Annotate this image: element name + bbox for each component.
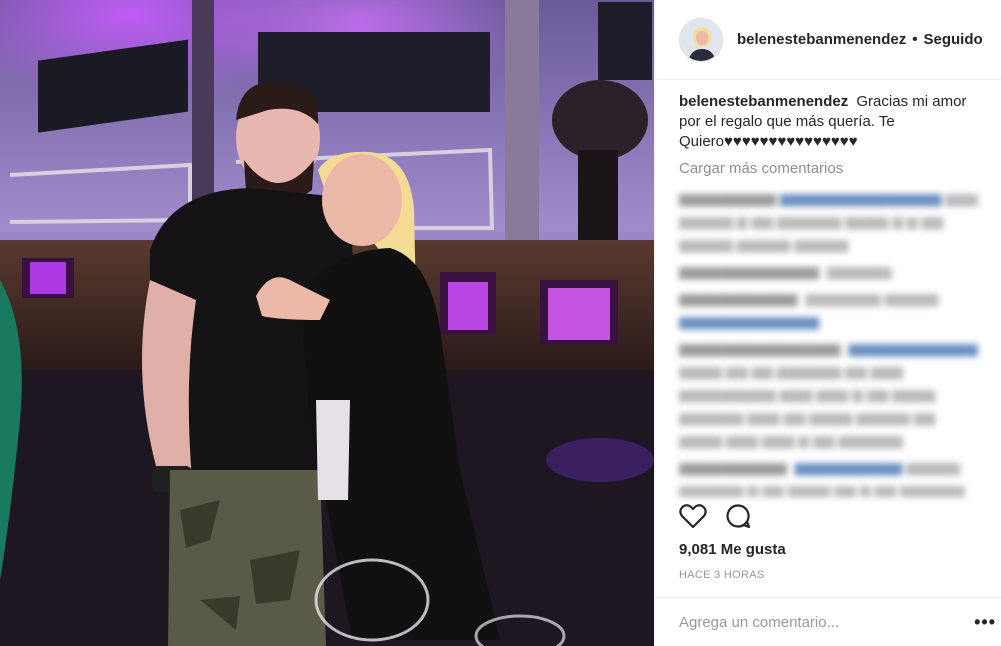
follow-status-button[interactable]: Seguido [923, 31, 982, 48]
add-comment-bar: ••• [655, 597, 1001, 646]
comment-icon[interactable] [725, 503, 751, 529]
comment-input[interactable] [679, 613, 959, 631]
caption-username-link[interactable]: belenestebanmenendez [679, 93, 848, 110]
header-username-link[interactable]: belenestebanmenendez [737, 31, 906, 48]
blurred-comments: ▆▆▆▆▆▆▆▆▆ ▆▆▆▆▆▆▆▆▆▆▆▆▆▆▆ ▆▆▆ ▆▆▆▆▆ ▆ ▆▆ … [679, 190, 978, 497]
instagram-post: belenestebanmenendez • Seguido beleneste… [0, 0, 1001, 646]
post-photo[interactable] [0, 0, 654, 646]
post-photo-image [0, 0, 654, 646]
comments-section: belenestebanmenendez Gracias mi amor por… [679, 92, 979, 497]
more-options-icon[interactable]: ••• [974, 612, 996, 633]
header-separator: • [912, 31, 918, 48]
post-header: belenestebanmenendez • Seguido [655, 0, 1001, 80]
post-sidebar: belenestebanmenendez • Seguido beleneste… [654, 0, 1001, 646]
post-actions [679, 503, 751, 529]
caption: belenestebanmenendez Gracias mi amor por… [679, 92, 979, 152]
post-timestamp[interactable]: HACE 3 HORAS [679, 569, 765, 581]
heart-icon[interactable] [679, 503, 707, 529]
likes-count[interactable]: 9,081 Me gusta [679, 541, 786, 558]
avatar[interactable] [679, 17, 723, 62]
load-more-comments-link[interactable]: Cargar más comentarios [679, 159, 979, 179]
avatar-image [680, 18, 722, 61]
